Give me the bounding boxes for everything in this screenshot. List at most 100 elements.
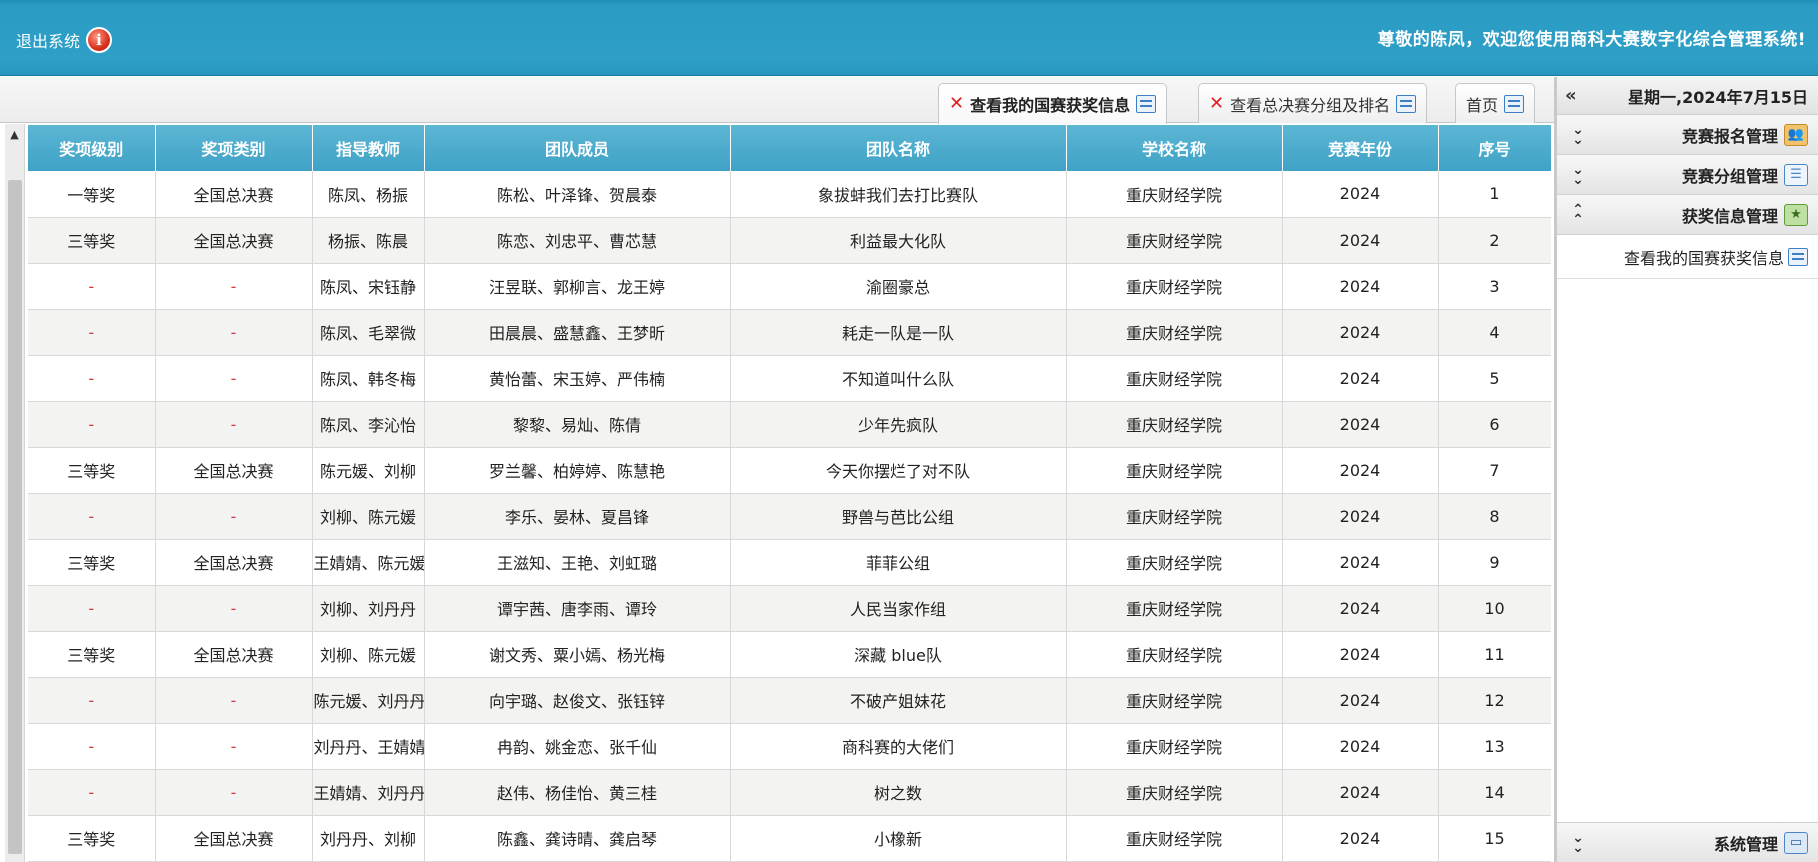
power-icon: i [86,27,113,53]
col-team-members[interactable]: 团队成员 [424,125,731,171]
cell-award-level: - [28,263,156,310]
cell-year: 2024 [1282,769,1439,816]
sidebar-group-system[interactable]: ⌄ ⌄ 系统管理 ▭ [1557,822,1818,862]
cell-award-level: 三等奖 [28,539,156,586]
cell-award-level: - [28,355,156,402]
col-award-level[interactable]: 奖项级别 [28,125,156,171]
cell-year: 2024 [1282,355,1439,402]
tab-home-label: 首页 [1466,95,1499,115]
cell-award-category: - [155,355,313,402]
sidebar-group-registration[interactable]: ⌄ ⌄ 竞赛报名管理 👥 [1557,115,1818,155]
table-row[interactable]: - - 陈凤、韩冬梅 黄怡蕾、宋玉婷、严伟楠 不知道叫什么队 重庆财经学院 2024 5 [28,355,1551,402]
collapse-sidebar-icon[interactable]: « [1565,85,1591,106]
col-advisor[interactable]: 指导教师 [312,125,425,171]
cell-award-level: 三等奖 [28,815,156,862]
sidebar-date-bar: « 星期一,2024年7月15日 [1557,77,1818,115]
cell-members: 陈鑫、龚诗晴、龚启琴 [424,815,731,862]
table-row[interactable]: 一等奖 全国总决赛 陈凤、杨振 陈松、叶泽锋、贺晨泰 象拔蚌我们去打比赛队 重庆财经学院 2… [28,171,1551,218]
cell-year: 2024 [1282,631,1439,678]
col-award-category[interactable]: 奖项类别 [155,125,313,171]
cell-advisor: 陈凤、韩冬梅 [312,355,425,402]
cell-index: 2 [1438,217,1551,264]
users-icon: 👥 [1784,123,1808,146]
table-row[interactable]: - - 陈元媛、刘丹丹 向宇璐、赵俊文、张钰锌 不破产姐妹花 重庆财经学院 2024 12 [28,677,1551,724]
cell-advisor: 陈凤、宋钰静 [312,263,425,310]
col-year[interactable]: 竞赛年份 [1282,125,1439,171]
sidebar-item-my-national-awards[interactable]: 查看我的国赛获奖信息 [1557,235,1818,279]
table-row[interactable]: 三等奖 全国总决赛 陈元媛、刘柳 罗兰馨、柏婷婷、陈慧艳 今天你摆烂了对不队 重庆财经学院… [28,447,1551,494]
cell-advisor: 王婧婧、陈元媛 [312,539,425,586]
cell-advisor: 杨振、陈晨 [312,217,425,264]
cell-award-category: 全国总决赛 [155,447,313,494]
scrollbar-thumb[interactable] [8,180,22,854]
cell-school: 重庆财经学院 [1066,401,1283,448]
list-icon: ☰ [1784,163,1808,186]
cell-award-category: 全国总决赛 [155,539,313,586]
cell-award-category: - [155,585,313,632]
table-row[interactable]: 三等奖 全国总决赛 王婧婧、陈元媛 王滋知、王艳、刘虹璐 菲菲公组 重庆财经学院 2024 9 [28,539,1551,586]
cell-index: 6 [1438,401,1551,448]
tab-my-national-awards[interactable]: ✕ 查看我的国赛获奖信息 [938,83,1168,124]
cell-index: 7 [1438,447,1551,494]
sidebar-group-label: 系统管理 [1713,834,1778,854]
table-row[interactable]: 三等奖 全国总决赛 杨振、陈晨 陈恋、刘忠平、曹芯慧 利益最大化队 重庆财经学院 2024 2 [28,217,1551,264]
cell-index: 4 [1438,309,1551,356]
cell-members: 陈松、叶泽锋、贺晨泰 [424,171,731,218]
form-icon [1136,95,1157,113]
home-icon [1504,94,1525,113]
cell-school: 重庆财经学院 [1066,217,1283,264]
cell-year: 2024 [1282,217,1439,264]
cell-members: 李乐、晏林、夏昌锋 [424,493,731,540]
top-header: 退出系统 i 尊敬的陈凤，欢迎您使用商科大赛数字化综合管理系统! [0,0,1818,76]
cell-members: 谭宇茜、唐李雨、谭玲 [424,585,731,632]
cell-year: 2024 [1282,401,1439,448]
cell-team-name: 象拔蚌我们去打比赛队 [730,171,1067,218]
awards-table-container: 奖项级别 奖项类别 指导教师 团队成员 团队名称 学校名称 竞赛年份 序号 一等… [28,125,1551,862]
table-row[interactable]: - - 陈凤、李沁怡 黎黎、易灿、陈倩 少年先疯队 重庆财经学院 2024 6 [28,401,1551,448]
table-row[interactable]: 三等奖 全国总决赛 刘丹丹、刘柳 陈鑫、龚诗晴、龚启琴 小橡新 重庆财经学院 2024 15 [28,815,1551,862]
cell-school: 重庆财经学院 [1066,723,1283,770]
cell-advisor: 陈凤、杨振 [312,171,425,218]
table-header-row: 奖项级别 奖项类别 指导教师 团队成员 团队名称 学校名称 竞赛年份 序号 [28,125,1551,171]
cell-members: 黄怡蕾、宋玉婷、严伟楠 [424,355,731,402]
logout-button[interactable]: 退出系统 i [16,24,113,56]
cell-award-level: 三等奖 [28,217,156,264]
cell-team-name: 不破产姐妹花 [730,677,1067,724]
cell-team-name: 耗走一队是一队 [730,309,1067,356]
close-icon[interactable]: ✕ [1209,94,1224,113]
cell-award-category: - [155,309,313,356]
tab-my-awards-label: 查看我的国赛获奖信息 [970,96,1131,115]
cell-award-level: - [28,401,156,448]
cell-advisor: 刘柳、陈元媛 [312,493,425,540]
sidebar-group-awards[interactable]: ⌃ ⌃ 获奖信息管理 ★ [1557,195,1818,235]
col-index[interactable]: 序号 [1438,125,1551,171]
table-row[interactable]: - - 刘柳、陈元媛 李乐、晏林、夏昌锋 野兽与芭比公组 重庆财经学院 2024 8 [28,493,1551,540]
cell-index: 12 [1438,677,1551,724]
cell-index: 3 [1438,263,1551,310]
table-row[interactable]: - - 陈凤、宋钰静 汪昱联、郭柳言、龙王婷 渝圈豪总 重庆财经学院 2024 3 [28,263,1551,310]
cell-members: 王滋知、王艳、刘虹璐 [424,539,731,586]
close-icon[interactable]: ✕ [949,95,964,113]
cell-index: 14 [1438,769,1551,816]
col-school-name[interactable]: 学校名称 [1066,125,1283,171]
tab-final-groups-ranking[interactable]: ✕ 查看总决赛分组及排名 [1198,83,1428,123]
cell-members: 赵伟、杨佳怡、黄三桂 [424,769,731,816]
tab-final-groups-label: 查看总决赛分组及排名 [1230,95,1391,115]
sidebar-item-label: 查看我的国赛获奖信息 [1623,248,1784,268]
table-row[interactable]: - - 王婧婧、刘丹丹 赵伟、杨佳怡、黄三桂 树之数 重庆财经学院 2024 14 [28,769,1551,816]
table-row[interactable]: - - 陈凤、毛翠微 田晨晨、盛慧鑫、王梦昕 耗走一队是一队 重庆财经学院 2024 4 [28,309,1551,356]
tab-home[interactable]: 首页 [1455,83,1536,123]
scroll-up-icon[interactable]: ▲ [5,124,24,146]
table-row[interactable]: 三等奖 全国总决赛 刘柳、陈元媛 谢文秀、粟小嫣、杨光梅 深藏 blue队 重庆财经学院 2… [28,631,1551,678]
vertical-scrollbar[interactable]: ▲ [5,124,25,862]
cell-school: 重庆财经学院 [1066,493,1283,540]
current-date: 星期一,2024年7月15日 [1627,87,1808,107]
sidebar-group-grouping[interactable]: ⌄ ⌄ 竞赛分组管理 ☰ [1557,155,1818,195]
cell-team-name: 树之数 [730,769,1067,816]
logout-label: 退出系统 [16,32,81,51]
table-row[interactable]: - - 刘柳、刘丹丹 谭宇茜、唐李雨、谭玲 人民当家作组 重庆财经学院 2024 10 [28,585,1551,632]
chevron-down-icon: ⌄ ⌄ [1572,161,1584,188]
cell-school: 重庆财经学院 [1066,539,1283,586]
table-row[interactable]: - - 刘丹丹、王婧婧 冉韵、姚金恋、张千仙 商科赛的大佬们 重庆财经学院 2024 13 [28,723,1551,770]
col-team-name[interactable]: 团队名称 [730,125,1067,171]
